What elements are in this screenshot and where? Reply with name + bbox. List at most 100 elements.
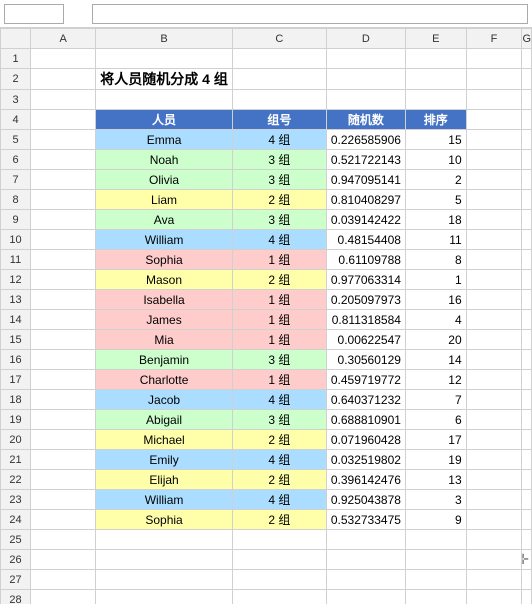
cell[interactable]: Liam [96,190,233,210]
cell[interactable]: 5 [405,190,466,210]
cell[interactable] [31,270,96,290]
cell[interactable] [31,130,96,150]
cell[interactable] [232,530,326,550]
cell[interactable] [522,49,532,69]
cell[interactable] [466,270,522,290]
cell[interactable]: 0.032519802 [326,450,405,470]
cell[interactable]: 2 组 [232,470,326,490]
cell[interactable]: 0.459719772 [326,370,405,390]
cell[interactable] [31,290,96,310]
cell[interactable]: 10 [405,150,466,170]
cell[interactable]: 排序 [405,110,466,130]
row-header[interactable]: 5 [1,130,31,150]
cell[interactable] [31,190,96,210]
cell[interactable]: Mason [96,270,233,290]
cell[interactable] [96,90,233,110]
cell[interactable]: 1 组 [232,370,326,390]
cell[interactable] [466,150,522,170]
cell[interactable] [232,590,326,604]
row-header[interactable]: 22 [1,470,31,490]
cell[interactable] [466,550,522,570]
cell[interactable]: 人员 [96,110,233,130]
cell[interactable]: 3 组 [232,170,326,190]
cell[interactable] [31,550,96,570]
cell[interactable]: 4 [405,310,466,330]
cell[interactable] [466,250,522,270]
cell[interactable]: 4 组 [232,130,326,150]
row-header[interactable]: 28 [1,590,31,604]
cell[interactable] [31,410,96,430]
cell[interactable]: 4 组 [232,450,326,470]
name-box[interactable] [4,4,64,24]
row-header[interactable]: 17 [1,370,31,390]
row-header[interactable]: 27 [1,570,31,590]
cell[interactable] [466,370,522,390]
cell[interactable]: 12 [405,370,466,390]
row-header[interactable]: 8 [1,190,31,210]
cell[interactable] [466,390,522,410]
row-header[interactable]: 23 [1,490,31,510]
cell[interactable]: 0.810408297 [326,190,405,210]
cell[interactable] [522,530,532,550]
row-header[interactable]: 7 [1,170,31,190]
cell[interactable] [522,390,532,410]
cell[interactable] [522,130,532,150]
cell[interactable] [522,470,532,490]
cell[interactable]: Sophia [96,510,233,530]
row-header[interactable]: 12 [1,270,31,290]
cell[interactable] [405,69,466,90]
cell[interactable]: 14 [405,350,466,370]
cell[interactable] [466,490,522,510]
row-header[interactable]: 19 [1,410,31,430]
cell[interactable]: 0.925043878 [326,490,405,510]
cell[interactable] [31,350,96,370]
cell[interactable]: 0.039142422 [326,210,405,230]
cell[interactable]: 0.61109788 [326,250,405,270]
cell[interactable] [31,170,96,190]
row-header[interactable]: 10 [1,230,31,250]
row-header[interactable]: 3 [1,90,31,110]
cell[interactable] [232,90,326,110]
row-header[interactable]: 2 [1,69,31,90]
cell[interactable] [96,49,233,69]
cell[interactable]: 1 组 [232,310,326,330]
row-header[interactable]: 18 [1,390,31,410]
row-header[interactable]: 24 [1,510,31,530]
cell[interactable] [326,90,405,110]
cell[interactable] [522,250,532,270]
row-header[interactable]: 14 [1,310,31,330]
cell[interactable] [31,370,96,390]
cell[interactable] [522,150,532,170]
cell[interactable]: 13 [405,470,466,490]
cell[interactable] [31,510,96,530]
cell[interactable]: 4 组 [232,490,326,510]
cell[interactable] [31,210,96,230]
cell[interactable] [522,370,532,390]
cell[interactable]: 6 [405,410,466,430]
row-header[interactable]: 6 [1,150,31,170]
cell[interactable] [326,69,405,90]
cell[interactable]: 20 [405,330,466,350]
cell[interactable] [522,510,532,530]
cell[interactable]: 将人员随机分成 4 组 [96,69,233,90]
cell[interactable]: Sophia [96,250,233,270]
cell[interactable] [522,310,532,330]
row-header[interactable]: 9 [1,210,31,230]
row-header[interactable]: 16 [1,350,31,370]
cell[interactable]: 3 组 [232,350,326,370]
cell[interactable] [522,69,532,90]
cell[interactable] [96,550,233,570]
cell[interactable]: 16 [405,290,466,310]
cell[interactable]: 3 组 [232,410,326,430]
col-header-b[interactable]: B [96,29,233,49]
row-header[interactable]: 1 [1,49,31,69]
cell[interactable] [522,190,532,210]
cell[interactable] [522,290,532,310]
cell[interactable]: 2 [405,170,466,190]
cell[interactable]: 0.226585906 [326,130,405,150]
row-header[interactable]: 20 [1,430,31,450]
cell[interactable] [466,510,522,530]
cell[interactable] [522,170,532,190]
cell[interactable] [522,350,532,370]
col-header-a[interactable]: A [31,29,96,49]
